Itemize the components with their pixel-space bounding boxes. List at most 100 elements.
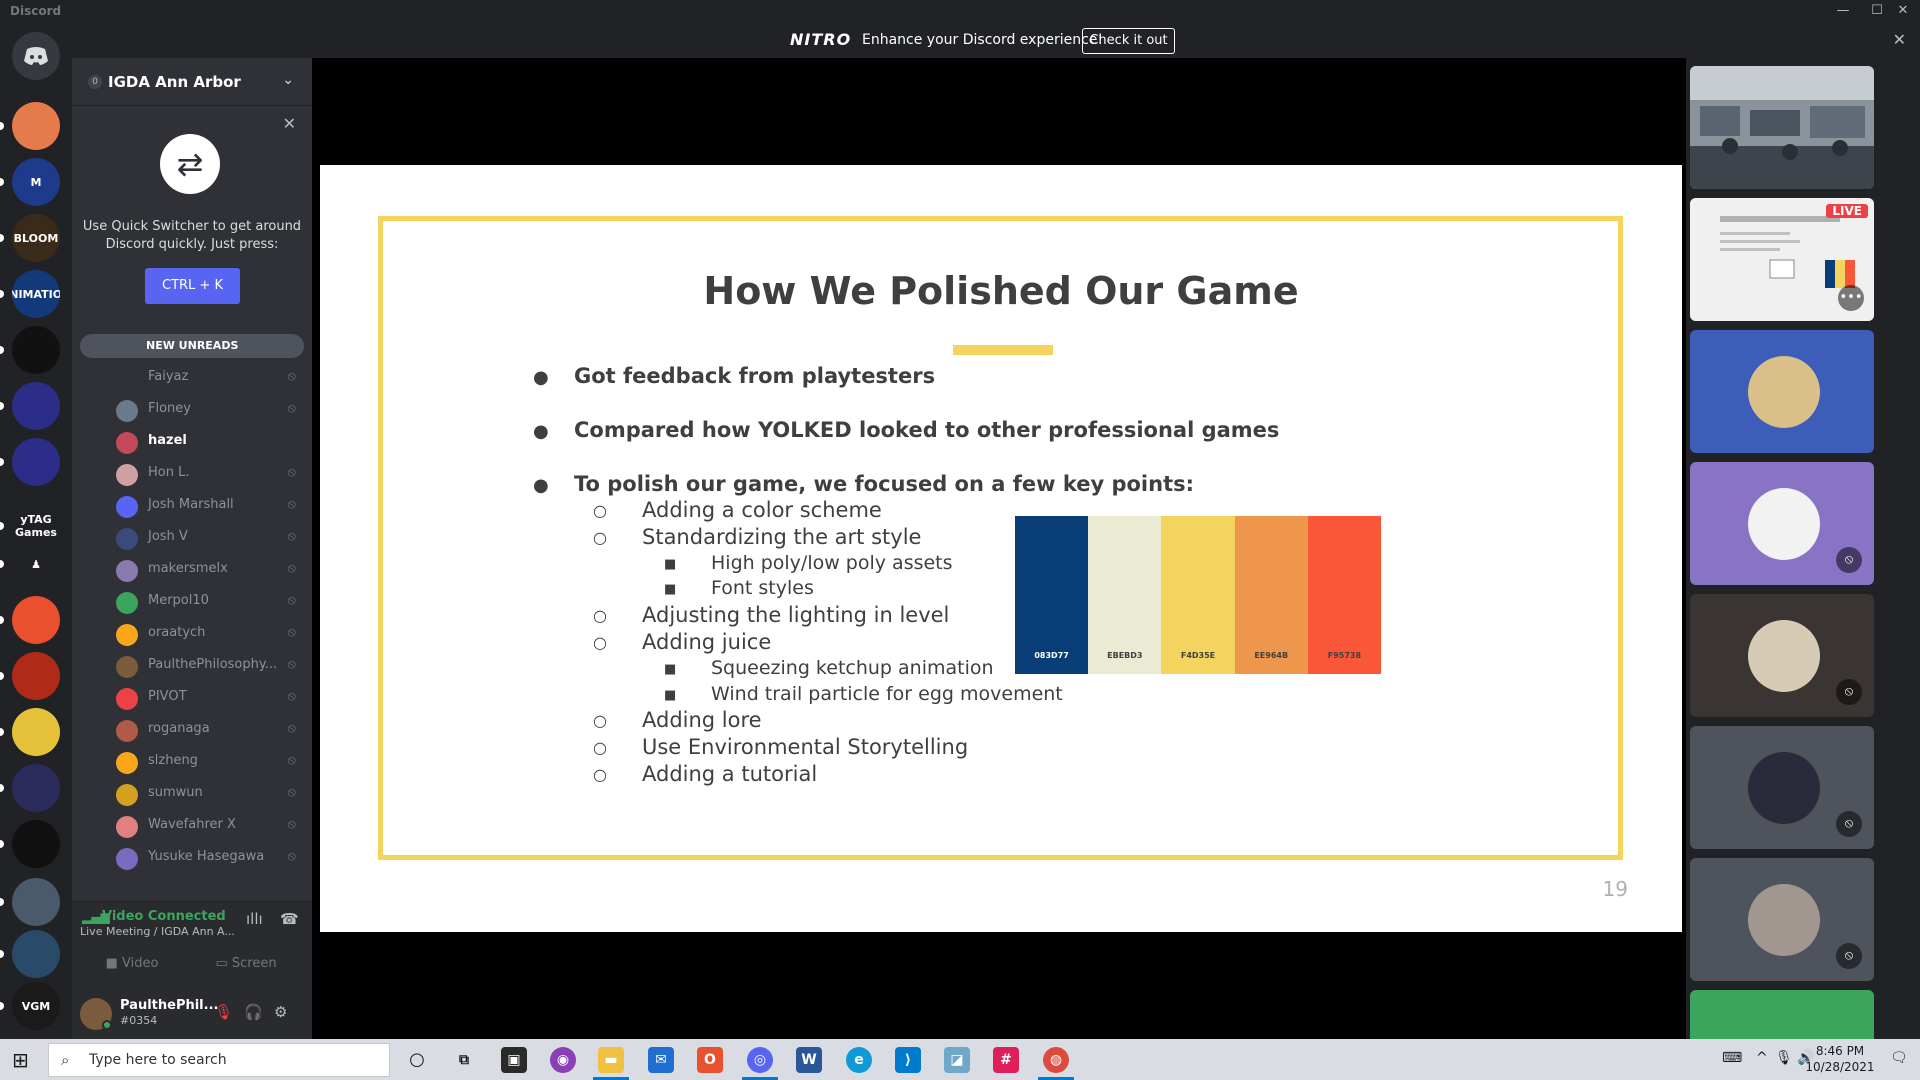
voice-member-row[interactable]: Yusuke Hasegawa ⦸	[80, 843, 304, 873]
server-icon[interactable]: ♟	[12, 540, 60, 588]
sub-bullet-icon: ○	[593, 633, 607, 652]
mic-muted-icon: ⦸	[287, 593, 296, 608]
voice-member-row[interactable]: PaulthePhilosophy... ⦸	[80, 651, 304, 681]
gear-icon[interactable]: ⚙	[274, 1003, 287, 1021]
server-icon-label: ANIMATION	[12, 287, 60, 301]
participant-tile-stream[interactable]: LIVE •••	[1690, 198, 1874, 321]
windows-start-icon[interactable]: ⊞	[12, 1048, 29, 1072]
participant-tile[interactable]: ⦸	[1690, 726, 1874, 849]
bullet-icon: ●	[533, 421, 549, 442]
participant-tile[interactable]: ⦸	[1690, 858, 1874, 981]
chevron-up-icon[interactable]: ^	[1756, 1050, 1768, 1066]
slack-icon[interactable]: #	[993, 1047, 1019, 1073]
store-icon[interactable]: ▣	[501, 1047, 527, 1073]
bullet-item: To polish our game, we focused on a few …	[574, 472, 1195, 496]
app-icon[interactable]: ◪	[944, 1047, 970, 1073]
mic-muted-icon: ⦸	[287, 465, 296, 480]
guild-header[interactable]: 0 IGDA Ann Arbor ⌄	[72, 58, 312, 106]
member-name: Josh Marshall	[148, 497, 234, 512]
participant-tile[interactable]	[1690, 990, 1874, 1039]
voice-member-row[interactable]: Wavefahrer X ⦸	[80, 811, 304, 841]
voice-member-row[interactable]: Josh V ⦸	[80, 523, 304, 553]
participant-tile[interactable]	[1690, 330, 1874, 453]
notifications-icon[interactable]: 🗨	[1890, 1050, 1908, 1066]
voice-member-row[interactable]: makersmelx ⦸	[80, 555, 304, 585]
discord-home-icon[interactable]	[12, 32, 60, 80]
close-icon[interactable]: ✕	[283, 114, 296, 133]
microphone-icon[interactable]: 🎙	[1775, 1050, 1793, 1066]
keyboard-icon[interactable]: ⌨	[1722, 1050, 1742, 1066]
close-window-button[interactable]: ✕	[1886, 0, 1920, 22]
vscode-icon[interactable]: ⟩	[895, 1047, 921, 1073]
file-explorer-icon[interactable]: ▬	[598, 1047, 624, 1073]
sub-bullet-icon: ○	[593, 738, 607, 757]
participant-tile[interactable]: ⦸	[1690, 462, 1874, 585]
quick-switcher-shortcut-button[interactable]: CTRL + K	[145, 268, 240, 304]
voice-member-row[interactable]: sumwun ⦸	[80, 779, 304, 809]
server-icon[interactable]	[12, 764, 60, 812]
voice-member-row[interactable]: Faiyaz ⦸	[80, 363, 304, 393]
server-icon[interactable]: ANIMATION	[12, 270, 60, 318]
voice-member-row[interactable]: roganaga ⦸	[80, 715, 304, 745]
office-icon[interactable]: O	[697, 1047, 723, 1073]
edge-icon[interactable]: e	[846, 1047, 872, 1073]
mute-mic-icon[interactable]: 🎙	[214, 1003, 233, 1021]
voice-member-row[interactable]: PIVOT ⦸	[80, 683, 304, 713]
server-icon[interactable]	[12, 438, 60, 486]
unread-indicator	[0, 560, 4, 568]
voice-member-row[interactable]: hazel	[80, 427, 304, 457]
video-button[interactable]: ■ Video	[78, 948, 186, 980]
avatar	[116, 592, 138, 614]
voice-member-row[interactable]: Merpol10 ⦸	[80, 587, 304, 617]
check-it-out-button[interactable]: Check it out	[1082, 28, 1175, 54]
server-icon[interactable]	[12, 878, 60, 926]
task-view-icon[interactable]: ⧉	[451, 1047, 477, 1073]
voice-member-row[interactable]: oraatych ⦸	[80, 619, 304, 649]
headphones-icon[interactable]: 🎧	[244, 1003, 263, 1021]
sub-sub-item: High poly/low poly assets	[711, 552, 953, 574]
nitro-logo: NITRO	[790, 30, 852, 49]
server-icon[interactable]	[12, 820, 60, 868]
avatar	[1748, 488, 1820, 560]
voice-member-row[interactable]: Floney ⦸	[80, 395, 304, 425]
chrome-icon[interactable]: ◍	[1043, 1047, 1069, 1073]
disconnect-icon[interactable]: ☎	[280, 910, 299, 928]
member-name: Wavefahrer X	[148, 817, 236, 832]
chevron-down-icon[interactable]: ⌄	[282, 72, 294, 88]
server-icon[interactable]	[12, 708, 60, 756]
taskbar-clock[interactable]: 8:46 PM 10/28/2021	[1800, 1043, 1880, 1075]
server-icon[interactable]	[12, 382, 60, 430]
participant-tile[interactable]: ⦸	[1690, 594, 1874, 717]
screen-button[interactable]: ▭ Screen	[192, 948, 300, 980]
voice-member-row[interactable]: slzheng ⦸	[80, 747, 304, 777]
new-unreads-pill[interactable]: NEW UNREADS	[80, 334, 304, 358]
unread-indicator	[0, 522, 4, 530]
mail-icon[interactable]: ✉	[648, 1047, 674, 1073]
avatar	[1748, 620, 1820, 692]
avatar	[116, 560, 138, 582]
server-icon[interactable]: BLOOM	[12, 214, 60, 262]
mic-muted-icon: ⦸	[1836, 811, 1862, 837]
github-desktop-icon[interactable]: ◉	[550, 1047, 576, 1073]
voice-channel[interactable]: Live Meeting / IGDA Ann A...	[80, 925, 235, 938]
server-icon[interactable]	[12, 652, 60, 700]
close-banner-icon[interactable]: ✕	[1893, 30, 1906, 49]
screen-share-stage[interactable]: How We Polished Our Game ● Got feedback …	[312, 58, 1686, 1039]
word-icon[interactable]: W	[796, 1047, 822, 1073]
server-icon[interactable]: VGM	[12, 982, 60, 1030]
discord-taskbar-icon[interactable]: ◎	[747, 1047, 773, 1073]
server-icon[interactable]: M	[12, 158, 60, 206]
voice-member-row[interactable]: Hon L. ⦸	[80, 459, 304, 489]
voice-member-row[interactable]: Josh Marshall ⦸	[80, 491, 304, 521]
participant-tile-camera[interactable]	[1690, 66, 1874, 189]
more-options-icon[interactable]: •••	[1838, 285, 1864, 311]
server-icon[interactable]	[12, 596, 60, 644]
server-icon[interactable]	[12, 326, 60, 374]
taskbar-search-input[interactable]: ⌕ Type here to search	[48, 1043, 390, 1077]
server-icon[interactable]	[12, 930, 60, 978]
minimize-button[interactable]: —	[1826, 0, 1860, 22]
cortana-icon[interactable]: ○	[404, 1047, 430, 1073]
server-icon[interactable]	[12, 102, 60, 150]
unread-indicator	[0, 234, 4, 242]
noise-suppression-icon[interactable]: ıllı	[246, 910, 263, 928]
